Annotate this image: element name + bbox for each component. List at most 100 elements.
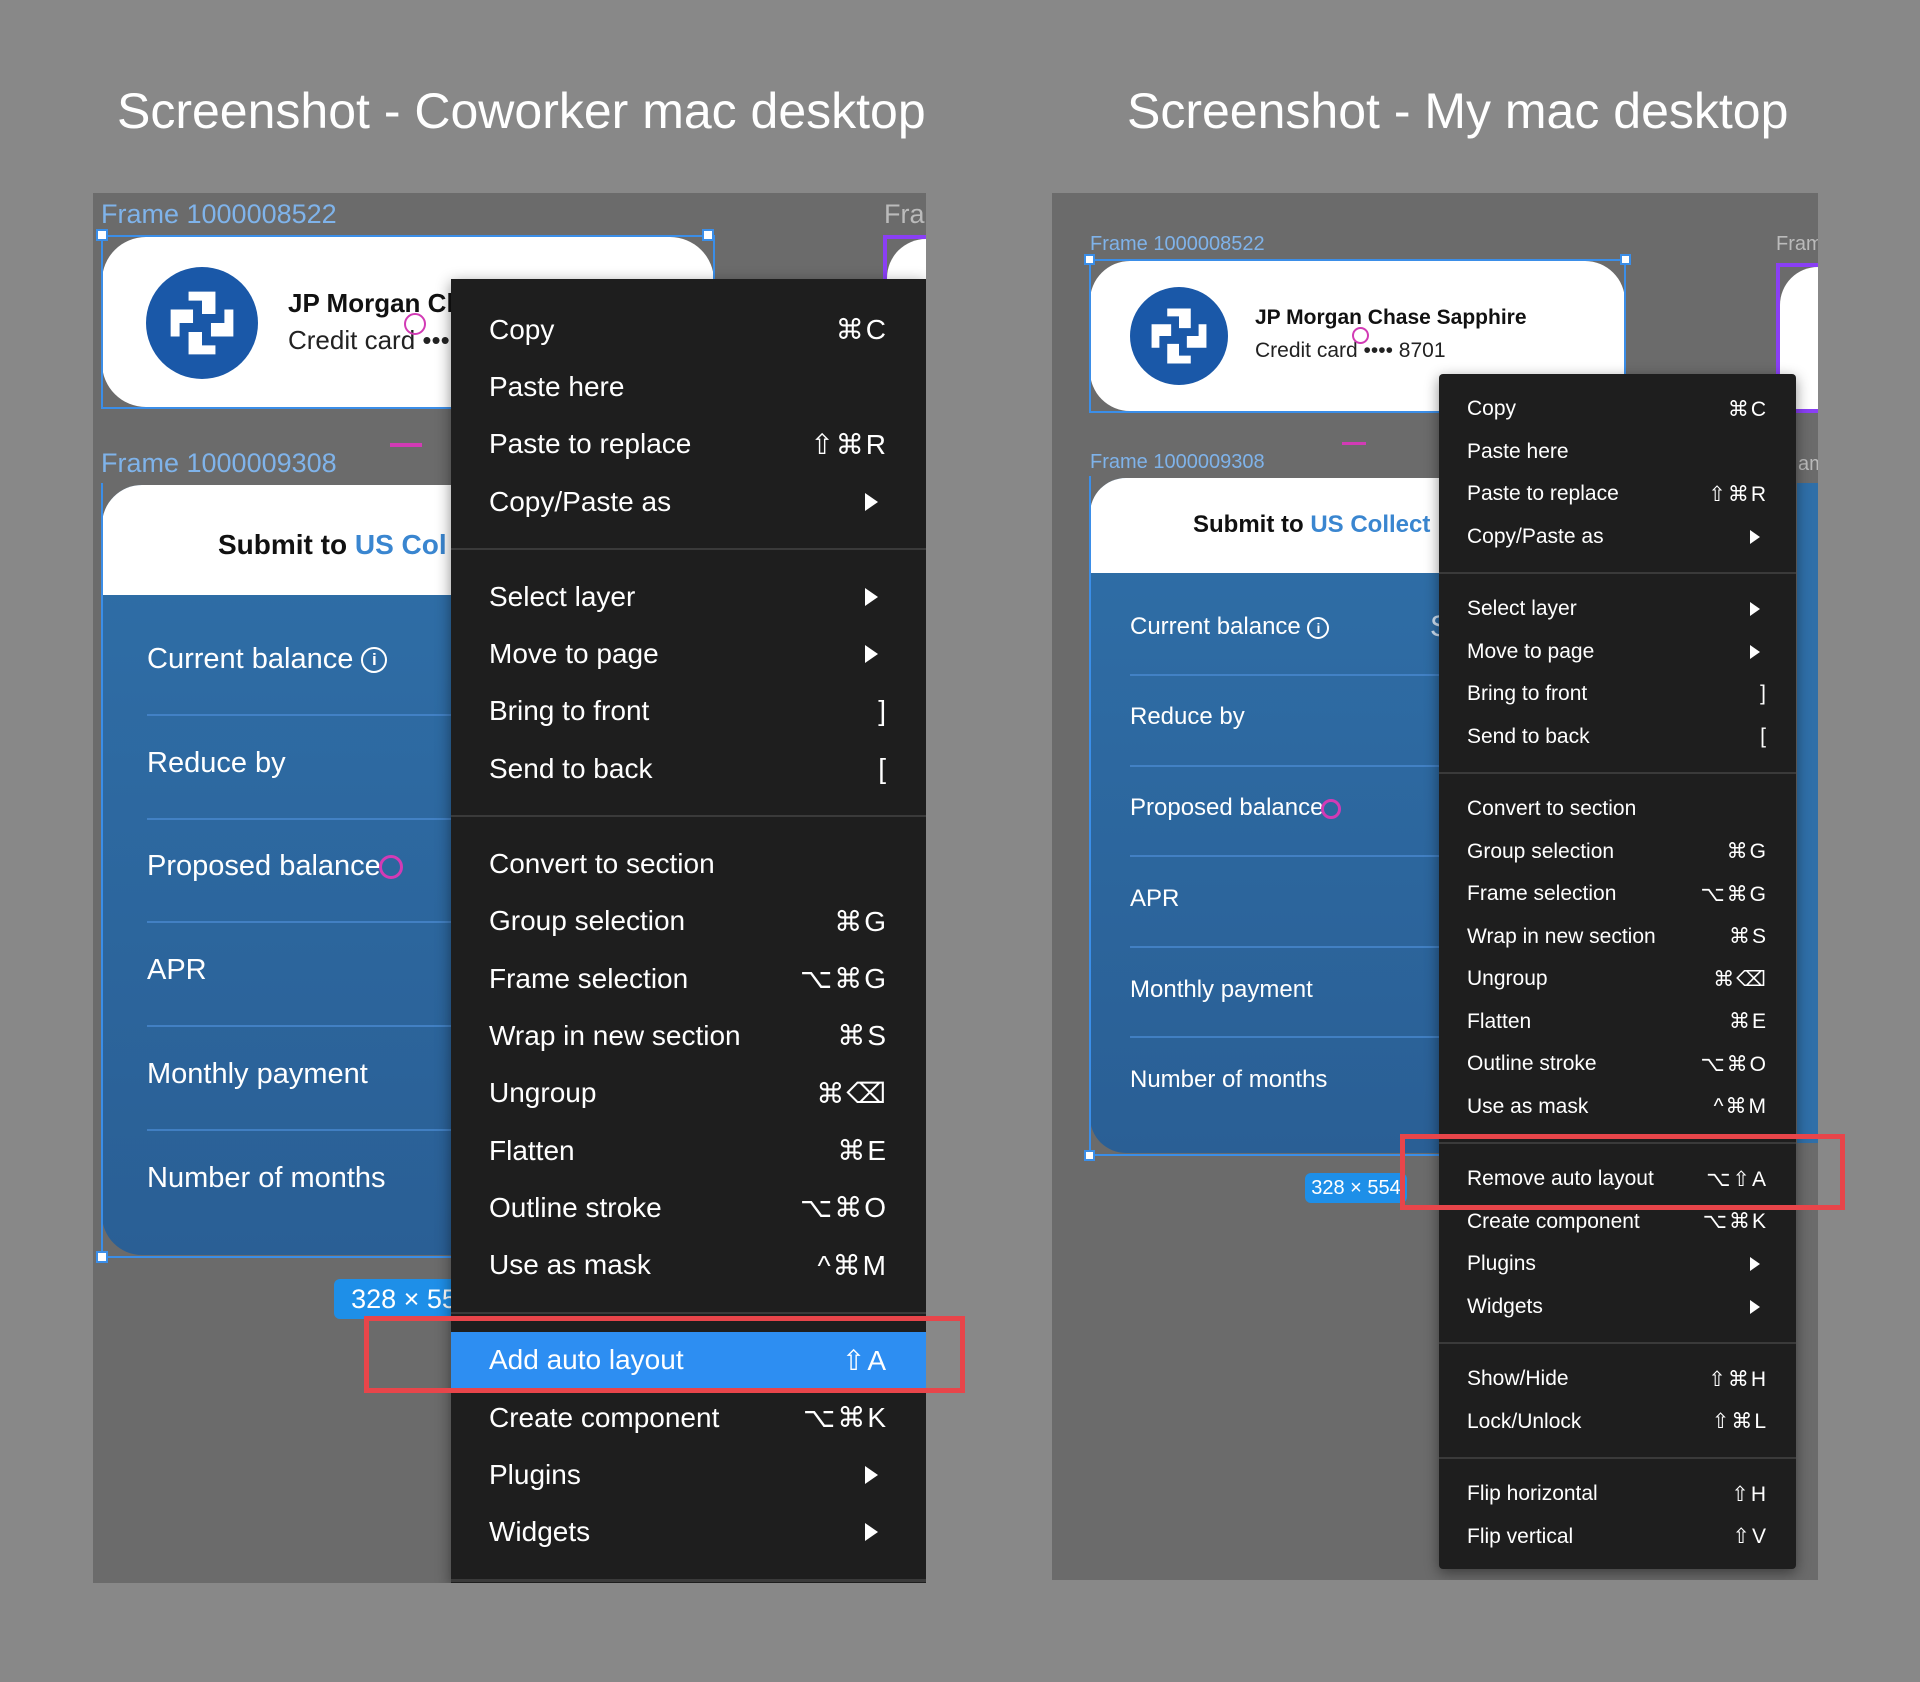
menu-item-flip-vertical[interactable]: Flip vertical ⇧V [1439,1516,1796,1559]
submenu-arrow-icon [1750,1299,1760,1314]
menu-item-flip-horizontal[interactable]: Flip horizontal ⇧H [1439,1473,1796,1516]
resize-handle-top-right[interactable] [702,229,714,241]
menu-item-lock-unlock[interactable]: Lock/Unlock ⇧⌘L [1439,1401,1796,1444]
menu-item-ungroup[interactable]: Ungroup ⌘⌫ [1439,958,1796,1001]
menu-item-outline-stroke[interactable]: Outline stroke ⌥⌘O [1439,1043,1796,1086]
info-icon[interactable]: i [361,647,388,674]
menu-item-use-as-mask[interactable]: Use as mask ^⌘M [451,1237,926,1294]
menu-item-label: Use as mask [1467,1094,1589,1118]
menu-separator [1439,1457,1796,1459]
menu-item-use-as-mask[interactable]: Use as mask ^⌘M [1439,1086,1796,1129]
row-reduce-by: Reduce by [147,747,286,779]
menu-item-frame-selection[interactable]: Frame selection ⌥⌘G [1439,873,1796,916]
resize-handle-top-left[interactable] [96,229,108,241]
menu-item-label: Group selection [1467,839,1615,863]
shortcut-hint: [ [1760,724,1768,748]
menu-item-ungroup[interactable]: Ungroup ⌘⌫ [451,1065,926,1122]
resize-handle-top-right[interactable] [1620,254,1631,265]
resize-handle-top-left[interactable] [1084,254,1095,265]
shortcut-hint: ⌘C [835,314,888,346]
menu-item-label: Wrap in new section [1467,924,1656,948]
menu-item-label: Remove auto layout [1467,1167,1654,1191]
menu-item-remove-auto-layout[interactable]: Remove auto layout ⌥⇧A [1439,1158,1796,1201]
row-current-balance: Current balance i [147,643,388,676]
menu-item-label: Paste to replace [1467,482,1619,506]
frame-label-partial-2[interactable]: am [1798,453,1818,476]
right-screenshot-canvas: Frame 1000008522 Fram am JP Morgan Chase… [1052,193,1818,1580]
menu-item-flatten[interactable]: Flatten ⌘E [451,1122,926,1179]
menu-item-group-selection[interactable]: Group selection ⌘G [1439,831,1796,874]
menu-item-outline-stroke[interactable]: Outline stroke ⌥⌘O [451,1179,926,1236]
menu-item-plugins[interactable]: Plugins [1439,1243,1796,1286]
adjacent-form-clipped [1797,483,1818,1143]
menu-item-convert-to-section[interactable]: Convert to section [1439,788,1796,831]
frame-label-partial[interactable]: Fram [1776,233,1818,256]
shortcut-hint: ⌘E [837,1135,888,1167]
menu-item-move-to-page[interactable]: Move to page [1439,631,1796,674]
menu-item-select-layer[interactable]: Select layer [1439,588,1796,631]
form-header-prefix: Submit to [1193,511,1311,538]
frame-label-1000009308[interactable]: Frame 1000009308 [101,448,337,479]
menu-item-paste-to-replace[interactable]: Paste to replace ⇧⌘R [1439,473,1796,516]
menu-item-send-to-back[interactable]: Send to back [ [451,740,926,797]
menu-item-plugins[interactable]: Plugins [451,1446,926,1503]
frame-label-partial[interactable]: Fra [884,199,925,230]
menu-separator [451,1311,926,1314]
menu-item-frame-selection[interactable]: Frame selection ⌥⌘G [451,950,926,1007]
menu-item-label: Lock/Unlock [1467,1409,1582,1433]
menu-item-paste-to-replace[interactable]: Paste to replace ⇧⌘R [451,416,926,473]
shortcut-hint: ⌘G [834,905,888,937]
menu-item-show-hide[interactable]: Show/Hide ⇧⌘H [1439,1358,1796,1401]
shortcut-hint: ⇧⌘R [810,428,888,460]
shortcut-hint: ⇧A [841,1344,888,1376]
menu-item-copy[interactable]: Copy ⌘C [451,301,926,358]
menu-item-widgets[interactable]: Widgets [1439,1286,1796,1329]
resize-handle-bottom-left[interactable] [1084,1150,1095,1161]
menu-item-paste-here[interactable]: Paste here [451,358,926,415]
shortcut-hint: ⇧H [1731,1482,1768,1506]
menu-item-label: Outline stroke [489,1191,662,1223]
menu-item-wrap-in-new-section[interactable]: Wrap in new section ⌘S [451,1007,926,1064]
menu-item-copy-paste-as[interactable]: Copy/Paste as [1439,516,1796,559]
menu-item-send-to-back[interactable]: Send to back [ [1439,716,1796,759]
shortcut-hint: ⌘S [837,1020,888,1052]
shortcut-hint: ⌘S [1728,925,1768,949]
form-header: Submit to US Collect [1193,511,1430,539]
menu-item-move-to-page[interactable]: Move to page [451,626,926,683]
submenu-arrow-icon [865,492,878,511]
menu-item-group-selection[interactable]: Group selection ⌘G [451,893,926,950]
menu-item-label: Use as mask [489,1249,651,1281]
menu-item-label: Select layer [489,580,636,612]
shortcut-hint: ⇧V [1732,1525,1768,1549]
menu-item-flatten[interactable]: Flatten ⌘E [1439,1001,1796,1044]
menu-item-bring-to-front[interactable]: Bring to front] [1439,673,1796,716]
menu-item-label: Show/Hide [1467,1367,1569,1391]
menu-item-widgets[interactable]: Widgets [451,1504,926,1561]
menu-item-select-layer[interactable]: Select layer [451,568,926,625]
form-header-recipient: US Collect [1310,511,1431,538]
menu-item-paste-here[interactable]: Paste here [1439,431,1796,474]
menu-item-create-component[interactable]: Create component ⌥⌘K [451,1389,926,1446]
menu-item-label: Copy [489,313,555,345]
menu-item-copy[interactable]: Copy ⌘C [1439,388,1796,431]
menu-item-wrap-in-new-section[interactable]: Wrap in new section ⌘S [1439,916,1796,959]
menu-item-add-auto-layout[interactable]: Add auto layout ⇧A [451,1331,926,1390]
menu-item-label: Paste here [489,370,625,402]
frame-label-1000008522[interactable]: Frame 1000008522 [101,199,337,230]
info-icon[interactable]: i [1307,616,1330,639]
bank-name: JP Morgan Ch [288,288,463,318]
shortcut-hint: ] [1760,682,1768,706]
menu-item-copy-paste-as[interactable]: Copy/Paste as [451,473,926,530]
menu-separator [451,1579,926,1582]
menu-item-bring-to-front[interactable]: Bring to front] [451,683,926,740]
menu-item-label: Flatten [489,1134,575,1166]
cursor-indicator [1321,798,1342,819]
frame-label-1000009308[interactable]: Frame 1000009308 [1090,451,1265,474]
menu-item-label: Bring to front [1467,682,1588,706]
resize-handle-bottom-left[interactable] [96,1251,108,1263]
shortcut-hint: ⌘G [1726,840,1768,864]
menu-item-convert-to-section[interactable]: Convert to section [451,835,926,892]
menu-item-label: Flip horizontal [1467,1482,1598,1506]
menu-item-create-component[interactable]: Create component ⌥⌘K [1439,1201,1796,1244]
frame-label-1000008522[interactable]: Frame 1000008522 [1090,233,1265,256]
